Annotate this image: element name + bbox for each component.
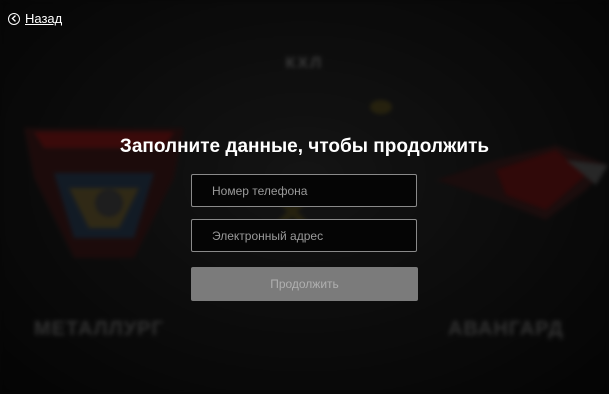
continue-button[interactable]: Продолжить bbox=[191, 267, 418, 301]
back-label: Назад bbox=[25, 11, 63, 26]
phone-field[interactable] bbox=[191, 174, 417, 207]
email-field[interactable] bbox=[191, 219, 417, 252]
back-link[interactable]: Назад bbox=[8, 11, 62, 26]
chevron-left-icon bbox=[8, 12, 20, 25]
form-title: Заполните данные, чтобы продолжить bbox=[119, 136, 490, 157]
phone-input[interactable] bbox=[210, 182, 398, 199]
email-input[interactable] bbox=[210, 227, 398, 244]
